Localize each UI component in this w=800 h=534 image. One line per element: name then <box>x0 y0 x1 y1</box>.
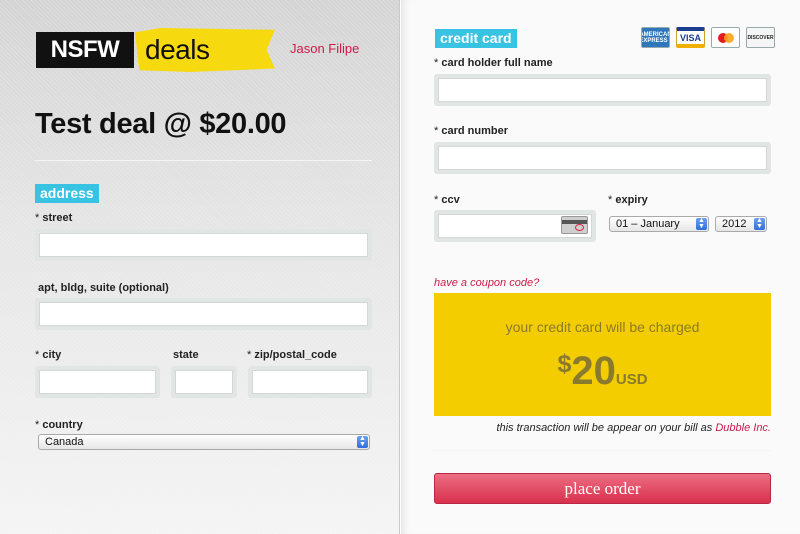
brand-logo[interactable]: NSFW deals <box>36 28 275 72</box>
zip-field <box>248 366 372 398</box>
logo-deals: deals <box>135 28 275 72</box>
street-input[interactable] <box>39 233 368 257</box>
card-holder-label-text: card holder full name <box>441 57 553 69</box>
country-value: Canada <box>45 436 84 448</box>
currency-symbol: $ <box>557 350 572 378</box>
zip-label-text: zip/postal_code <box>254 349 337 361</box>
state-label: state <box>173 349 199 361</box>
ccv-card-icon <box>561 216 588 234</box>
card-type-icons: AMERICAN EXPRESS VISA DISCOVER <box>641 27 775 48</box>
ccv-label-text: ccv <box>441 194 460 206</box>
expiry-year-value: 2012 <box>722 218 747 230</box>
charge-summary: your credit card will be charged $20USD <box>434 293 771 416</box>
required-marker: * <box>434 194 439 206</box>
card-holder-input[interactable] <box>438 78 767 102</box>
street-field <box>35 229 372 261</box>
apt-label: apt, bldg, suite (optional) <box>38 282 169 294</box>
state-input[interactable] <box>175 370 233 394</box>
expiry-label: * expiry <box>608 194 648 206</box>
amount-value: 20 <box>571 349 616 393</box>
required-marker: * <box>35 212 40 224</box>
required-marker: * <box>247 349 252 361</box>
select-arrows-icon: ▲ ▼ <box>696 217 707 230</box>
required-marker: * <box>35 419 40 431</box>
required-marker: * <box>434 125 439 137</box>
state-field <box>171 366 237 398</box>
divider <box>434 450 771 451</box>
apt-input[interactable] <box>39 302 368 326</box>
user-name-link[interactable]: Jason Filipe <box>290 41 359 56</box>
street-label: * street <box>35 212 72 224</box>
expiry-month-select[interactable]: 01 – January ▲ ▼ <box>609 216 709 232</box>
charge-text: your credit card will be charged <box>505 319 700 335</box>
divider <box>35 160 372 161</box>
required-marker: * <box>35 349 40 361</box>
logo-nsfw: NSFW <box>36 32 134 68</box>
mastercard-icon <box>711 27 740 48</box>
card-number-field <box>434 142 771 174</box>
currency-code: USD <box>615 371 648 388</box>
deal-title: Test deal @ $20.00 <box>35 108 287 140</box>
bill-note-text: this transaction will be appear on your … <box>496 422 713 434</box>
card-number-label-text: card number <box>441 125 508 137</box>
card-holder-label: * card holder full name <box>434 57 553 69</box>
coupon-link[interactable]: have a coupon code? <box>434 277 539 289</box>
expiry-label-text: expiry <box>615 194 648 206</box>
discover-icon: DISCOVER <box>746 27 775 48</box>
company-name: Dubble Inc. <box>715 422 771 434</box>
select-arrows-icon: ▲ ▼ <box>357 435 368 448</box>
apt-field <box>35 298 372 330</box>
amex-icon: AMERICAN EXPRESS <box>641 27 670 48</box>
expiry-year-select[interactable]: 2012 ▲ ▼ <box>715 216 767 232</box>
country-select[interactable]: Canada ▲ ▼ <box>38 434 370 450</box>
required-marker: * <box>434 57 439 69</box>
mastercard-orange-circle <box>723 32 734 43</box>
country-label-text: country <box>42 419 83 431</box>
city-label-text: city <box>42 349 62 361</box>
zip-label: * zip/postal_code <box>247 349 337 361</box>
city-label: * city <box>35 349 61 361</box>
ccv-highlight <box>575 224 584 231</box>
bill-note: this transaction will be appear on your … <box>496 422 771 434</box>
place-order-button[interactable]: place order <box>434 473 771 504</box>
zip-input[interactable] <box>252 370 368 394</box>
left-panel: NSFW deals Jason Filipe Test deal @ $20.… <box>0 0 400 534</box>
expiry-month-value: 01 – January <box>616 218 680 230</box>
city-input[interactable] <box>39 370 156 394</box>
card-number-input[interactable] <box>438 146 767 170</box>
select-arrows-icon: ▲ ▼ <box>754 217 765 230</box>
card-holder-field <box>434 74 771 106</box>
street-label-text: street <box>42 212 73 224</box>
country-label: * country <box>35 419 83 431</box>
credit-card-section-label: credit card <box>435 29 517 48</box>
city-field <box>35 366 160 398</box>
card-number-label: * card number <box>434 125 508 137</box>
charge-amount: $20USD <box>434 349 771 394</box>
visa-icon: VISA <box>676 27 705 48</box>
required-marker: * <box>608 194 613 206</box>
ccv-label: * ccv <box>434 194 460 206</box>
address-section-label: address <box>35 184 99 203</box>
